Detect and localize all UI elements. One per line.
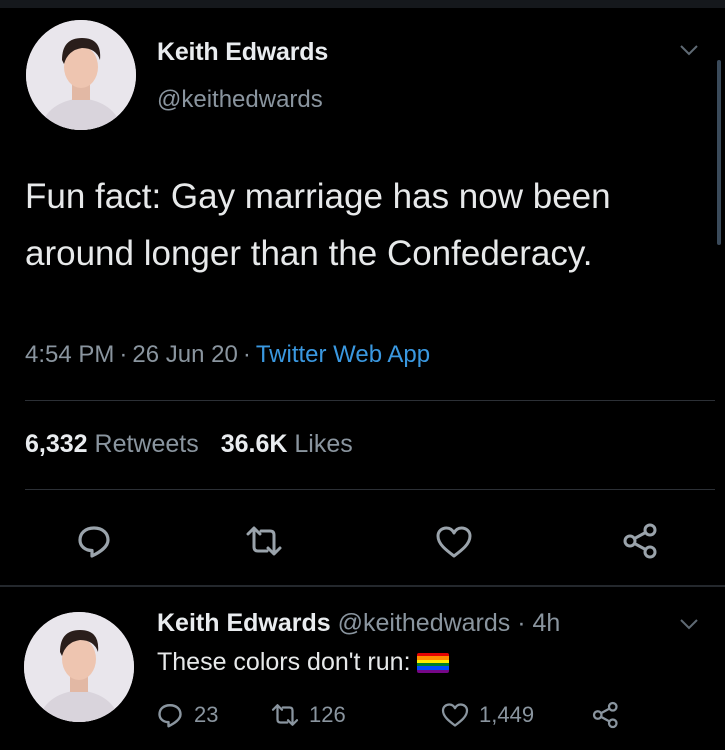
retweets-label: Retweets <box>94 430 199 458</box>
comment-icon <box>155 700 185 730</box>
divider <box>25 400 715 401</box>
retweets-stat[interactable]: 6,332 Retweets <box>25 430 199 458</box>
chevron-down-icon[interactable] <box>677 38 701 62</box>
engagement-stats: 6,332 Retweets 36.6K Likes <box>25 430 353 459</box>
rainbow-flag-icon <box>416 653 449 673</box>
reply-age[interactable]: · 4h <box>517 609 560 637</box>
meta-separator: · <box>242 341 251 368</box>
likes-stat[interactable]: 36.6K Likes <box>221 430 353 458</box>
share-icon[interactable] <box>621 521 661 561</box>
retweet-icon[interactable] <box>244 521 284 561</box>
reply-author-handle[interactable]: @keithedwards <box>338 609 511 637</box>
heart-icon <box>440 700 470 730</box>
retweet-button[interactable]: 126 <box>270 700 346 730</box>
scrollbar[interactable] <box>717 60 721 245</box>
retweets-count: 6,332 <box>25 430 88 458</box>
reply-header: Keith Edwards @keithedwards · 4h <box>157 609 560 638</box>
reply-text: These colors don't run: <box>157 648 449 677</box>
tweet-date[interactable]: 26 Jun 20 <box>132 341 237 368</box>
avatar[interactable] <box>26 20 136 130</box>
window-top-bar <box>0 0 725 8</box>
author-handle[interactable]: @keithedwards <box>157 86 323 114</box>
meta-separator: · <box>119 341 128 368</box>
heart-icon[interactable] <box>434 522 474 562</box>
like-count: 1,449 <box>479 702 535 727</box>
tweet-source[interactable]: Twitter Web App <box>256 341 430 368</box>
tweet-text: Fun fact: Gay marriage has now been arou… <box>25 177 611 273</box>
divider <box>0 585 725 587</box>
retweet-icon <box>270 700 300 730</box>
reply-text-content: These colors don't run: <box>157 648 411 676</box>
reply-author-name[interactable]: Keith Edwards <box>157 609 331 637</box>
likes-count: 36.6K <box>220 430 288 458</box>
chevron-down-icon[interactable] <box>677 612 701 636</box>
divider <box>25 489 715 490</box>
tweet-time[interactable]: 4:54 PM <box>25 341 114 368</box>
likes-label: Likes <box>294 430 353 458</box>
tweet-metadata: 4:54 PM · 26 Jun 20 · Twitter Web App <box>25 341 430 369</box>
reply-count: 23 <box>194 702 219 727</box>
reply-icon[interactable] <box>74 521 114 561</box>
avatar[interactable] <box>24 612 134 722</box>
like-button[interactable]: 1,449 <box>440 700 534 730</box>
author-name[interactable]: Keith Edwards <box>157 38 328 67</box>
share-icon <box>591 700 621 730</box>
reply-button[interactable]: 23 <box>155 700 218 730</box>
share-button[interactable] <box>591 700 621 730</box>
retweet-count: 126 <box>309 702 346 727</box>
